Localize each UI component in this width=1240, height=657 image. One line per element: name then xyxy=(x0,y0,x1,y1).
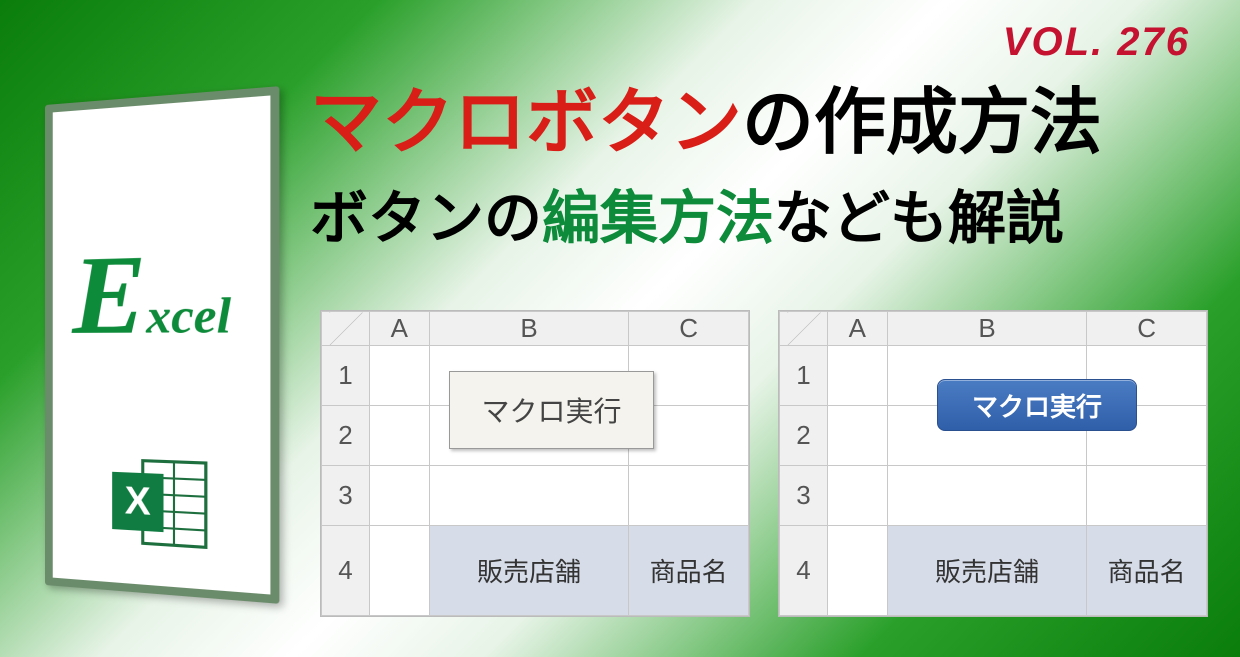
sub-title: ボタンの編集方法なども解説 xyxy=(310,171,1190,255)
cell-header[interactable]: 商品名 xyxy=(629,526,749,616)
spreadsheet-left: A B C 1 2 3 xyxy=(320,310,750,617)
excel-text-logo: Excel xyxy=(72,226,231,361)
row-header-4[interactable]: 4 xyxy=(780,526,828,616)
cell[interactable] xyxy=(827,346,887,406)
spreadsheet-right: A B C 1 2 3 xyxy=(778,310,1208,617)
cell[interactable] xyxy=(369,466,429,526)
cell[interactable] xyxy=(369,526,429,616)
cell[interactable] xyxy=(827,466,887,526)
row-header-4[interactable]: 4 xyxy=(322,526,370,616)
excel-app-icon: X xyxy=(107,449,211,558)
row-header-2[interactable]: 2 xyxy=(322,406,370,466)
col-header-a[interactable]: A xyxy=(827,312,887,346)
select-all-corner[interactable] xyxy=(322,312,370,346)
col-header-c[interactable]: C xyxy=(629,312,749,346)
cell[interactable] xyxy=(629,466,749,526)
select-all-corner[interactable] xyxy=(780,312,828,346)
col-header-a[interactable]: A xyxy=(369,312,429,346)
col-header-b[interactable]: B xyxy=(887,312,1086,346)
row-header-2[interactable]: 2 xyxy=(780,406,828,466)
cell[interactable] xyxy=(369,406,429,466)
col-header-c[interactable]: C xyxy=(1087,312,1207,346)
cell[interactable] xyxy=(887,466,1086,526)
logo-panel: Excel X xyxy=(45,105,270,585)
cell-header[interactable]: 販売店舗 xyxy=(887,526,1086,616)
row-header-3[interactable]: 3 xyxy=(322,466,370,526)
volume-label: VOL. 276 xyxy=(1003,20,1190,65)
row-header-3[interactable]: 3 xyxy=(780,466,828,526)
row-header-1[interactable]: 1 xyxy=(780,346,828,406)
cell[interactable] xyxy=(429,466,628,526)
row-header-1[interactable]: 1 xyxy=(322,346,370,406)
macro-run-button-styled[interactable]: マクロ実行 xyxy=(937,379,1137,431)
macro-run-button-plain[interactable]: マクロ実行 xyxy=(449,371,654,449)
cell[interactable] xyxy=(369,346,429,406)
cell-header[interactable]: 販売店舗 xyxy=(429,526,628,616)
cell[interactable] xyxy=(827,406,887,466)
main-title: マクロボタンの作成方法 xyxy=(310,80,1190,166)
cell[interactable] xyxy=(1087,466,1207,526)
cell-header[interactable]: 商品名 xyxy=(1087,526,1207,616)
cell[interactable] xyxy=(827,526,887,616)
svg-text:X: X xyxy=(124,478,150,523)
col-header-b[interactable]: B xyxy=(429,312,628,346)
